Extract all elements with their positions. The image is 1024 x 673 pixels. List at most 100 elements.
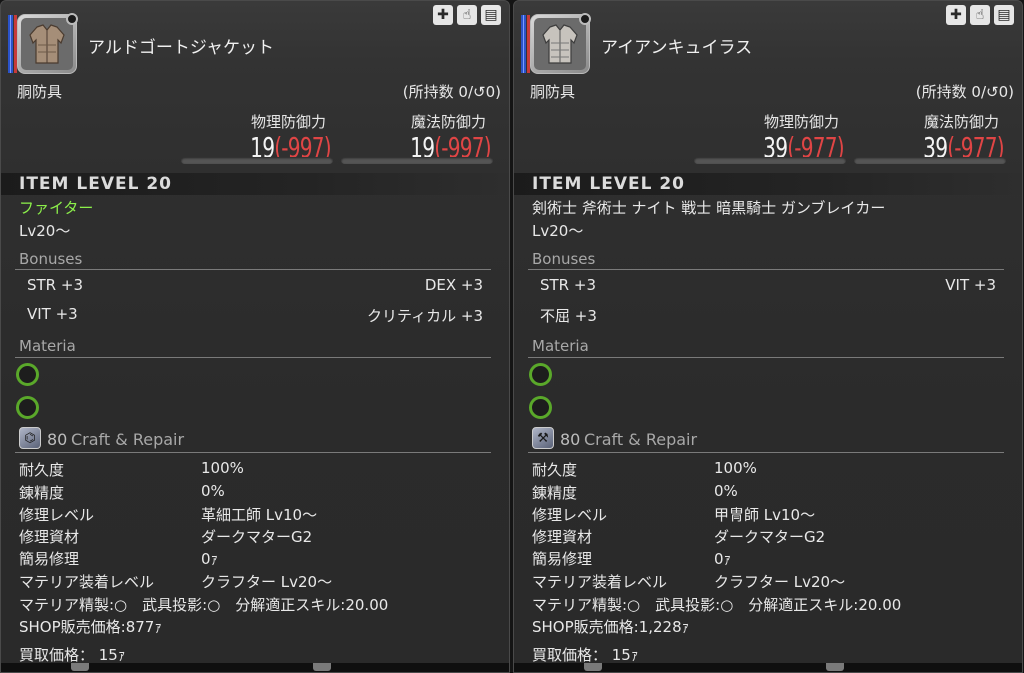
spiral-icon: ↺ — [473, 83, 486, 101]
bonus-item: 不屈 +3 — [540, 307, 597, 325]
button-hint-icon — [313, 663, 331, 671]
bonus-item: STR +3 — [27, 276, 83, 294]
bonus-item: クリティカル +3 — [367, 307, 483, 325]
row-value: ダークマターG2 — [714, 528, 826, 546]
row-value: 0ｧ — [714, 550, 732, 568]
row-label: 修理資材 — [19, 528, 80, 546]
item-tooltip-left: アルドゴートジャケット ✚ ☝ ▤ 胴防具 (所持数 0/↺0) 物理防御力 魔… — [0, 0, 510, 673]
button-hint-icon — [826, 663, 844, 671]
row-value: 100% — [201, 459, 244, 477]
bonus-item: VIT +3 — [27, 305, 78, 323]
bonus-item: VIT +3 — [945, 276, 996, 294]
bonuses-title: Bonuses — [532, 250, 596, 268]
divider — [528, 452, 1004, 453]
materia-slot[interactable] — [529, 363, 552, 386]
row-label: 耐久度 — [19, 461, 65, 479]
row-label: 錬精度 — [532, 484, 578, 502]
row-label: 修理レベル — [532, 506, 608, 524]
materia-title: Materia — [19, 337, 76, 355]
item-level: ITEM LEVEL 20 — [19, 174, 172, 194]
row-label: マテリア装着レベル — [532, 573, 668, 591]
jacket-icon — [29, 24, 65, 64]
item-tooltip-right: アイアンキュイラス ✚ ☝ ▤ 胴防具 (所持数 0/↺0) 物理防御力 魔法防… — [513, 0, 1023, 673]
dresser-icon[interactable]: ▤ — [481, 5, 501, 25]
row-value: クラフター Lv20〜 — [201, 573, 333, 591]
job-list: 剣術士 斧術士 ナイト 戦士 暗黒騎士 ガンブレイカー — [532, 199, 886, 217]
phys-def-label: 物理防御力 — [764, 113, 840, 131]
craft-repair-title: Craft & Repair — [584, 430, 698, 449]
item-category: 胴防具 — [17, 83, 63, 101]
mag-def-label: 魔法防御力 — [924, 113, 1000, 131]
item-level: ITEM LEVEL 20 — [532, 174, 685, 194]
row-label: 耐久度 — [532, 461, 578, 479]
mag-def-label: 魔法防御力 — [411, 113, 487, 131]
row-value: 0% — [201, 482, 225, 500]
item-name: アルドゴートジャケット — [88, 38, 274, 58]
materia-slot[interactable] — [529, 396, 552, 419]
row-label: 錬精度 — [19, 484, 65, 502]
job-list: ファイター — [19, 199, 94, 217]
spiral-icon: ↺ — [986, 83, 999, 101]
hand-icon[interactable]: ☝ — [970, 5, 990, 25]
row-label: 簡易修理 — [19, 550, 80, 568]
hint-bar — [514, 663, 1022, 672]
row-value: 0% — [714, 482, 738, 500]
row-value: 0ｧ — [201, 550, 219, 568]
bonus-item: STR +3 — [540, 276, 596, 294]
row-value: 革細工師 Lv10〜 — [201, 506, 318, 524]
phys-def-label: 物理防御力 — [251, 113, 327, 131]
buy-price: 買取価格： 15ｧ — [532, 646, 639, 664]
divider — [15, 269, 491, 270]
owned-count: (所持数 0/↺0) — [402, 83, 501, 101]
materia-info: マテリア精製:○ 武具投影:○ 分解適正スキル:20.00 — [532, 596, 902, 614]
divider — [528, 269, 1004, 270]
buy-price: 買取価格： 15ｧ — [19, 646, 126, 664]
craft-level: 80 — [560, 430, 581, 449]
materia-slot[interactable] — [16, 363, 39, 386]
divider — [15, 357, 491, 358]
mag-def-bar — [341, 157, 493, 164]
craft-repair-title: Craft & Repair — [71, 430, 185, 449]
item-name: アイアンキュイラス — [601, 38, 753, 58]
row-value: 100% — [714, 459, 757, 477]
row-label: 修理レベル — [19, 506, 95, 524]
mag-def-bar — [854, 157, 1006, 164]
plus-cross-icon[interactable]: ✚ — [946, 5, 966, 25]
divider — [528, 357, 1004, 358]
row-label: マテリア装着レベル — [19, 573, 155, 591]
row-value: クラフター Lv20〜 — [714, 573, 846, 591]
bonus-item: DEX +3 — [424, 276, 483, 294]
shop-price: SHOP販売価格:1,228ｧ — [532, 618, 690, 636]
status-dot — [66, 13, 78, 25]
leatherworker-icon: ⌬ — [19, 427, 41, 449]
item-icon[interactable] — [17, 13, 78, 74]
item-icon[interactable] — [530, 13, 591, 74]
bonuses-title: Bonuses — [19, 250, 83, 268]
cuirass-icon — [542, 24, 578, 64]
phys-def-bar — [181, 157, 333, 164]
hand-icon[interactable]: ☝ — [457, 5, 477, 25]
row-value: ダークマターG2 — [201, 528, 313, 546]
item-category: 胴防具 — [530, 83, 576, 101]
level-requirement: Lv20〜 — [532, 222, 584, 240]
level-requirement: Lv20〜 — [19, 222, 71, 240]
plus-cross-icon[interactable]: ✚ — [433, 5, 453, 25]
status-dot — [579, 13, 591, 25]
divider — [15, 452, 491, 453]
button-hint-icon — [71, 663, 89, 671]
dresser-icon[interactable]: ▤ — [994, 5, 1014, 25]
button-hint-icon — [584, 663, 602, 671]
rarity-bar — [521, 15, 526, 73]
row-label: 簡易修理 — [532, 550, 593, 568]
owned-count: (所持数 0/↺0) — [915, 83, 1014, 101]
armorer-icon: ⚒ — [532, 427, 554, 449]
materia-slot[interactable] — [16, 396, 39, 419]
phys-def-bar — [694, 157, 846, 164]
row-label: 修理資材 — [532, 528, 593, 546]
rarity-bar — [8, 15, 13, 73]
row-value: 甲冑師 Lv10〜 — [714, 506, 816, 524]
hint-bar — [1, 663, 509, 672]
materia-info: マテリア精製:○ 武具投影:○ 分解適正スキル:20.00 — [19, 596, 389, 614]
shop-price: SHOP販売価格:877ｧ — [19, 618, 162, 636]
materia-title: Materia — [532, 337, 589, 355]
